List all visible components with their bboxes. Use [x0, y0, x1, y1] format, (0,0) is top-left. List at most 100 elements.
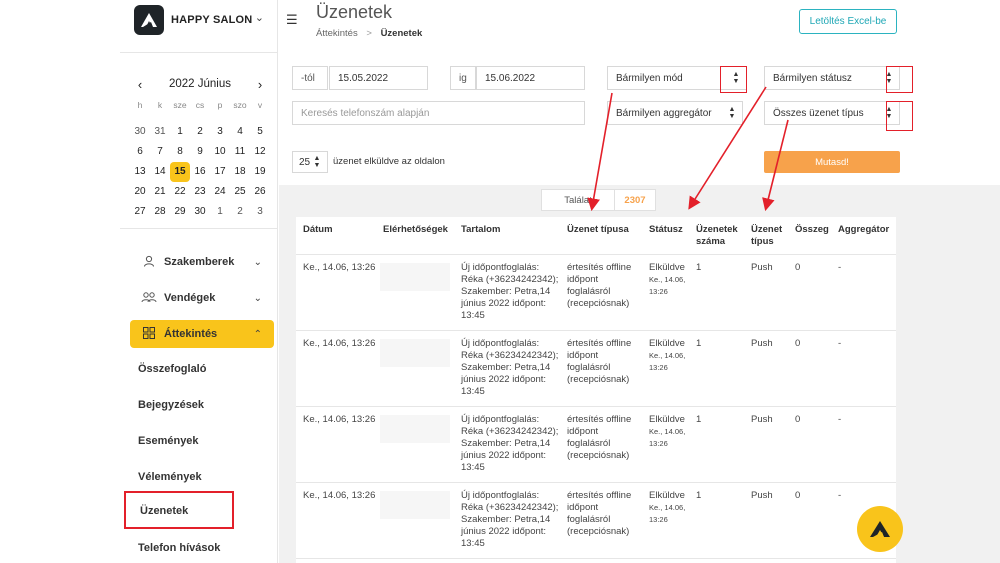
- breadcrumb-parent[interactable]: Áttekintés: [316, 28, 358, 39]
- calendar-day[interactable]: 2: [230, 202, 250, 222]
- sidebar-subitem-events[interactable]: Események: [138, 435, 199, 447]
- per-page-select[interactable]: 25 ▲ ▼: [292, 151, 328, 173]
- calendar-weekday: k: [157, 100, 163, 110]
- table-row[interactable]: Ke., 14.06, 13:26 Új időpontfoglalás: Rék…: [296, 331, 896, 407]
- status-select[interactable]: Bármilyen státusz ▲ ▼: [764, 66, 900, 90]
- table-row[interactable]: Ke., 14.06, 13:26 Új időpontfoglalás: Rék…: [296, 483, 896, 559]
- calendar-day[interactable]: 28: [150, 202, 170, 222]
- calendar-day[interactable]: 17: [210, 162, 230, 182]
- export-excel-button[interactable]: Letöltés Excel-be: [799, 9, 897, 34]
- sidebar: HAPPY SALON ⌄ ‹ 2022 Június › h k sze cs p sz…: [120, 0, 278, 563]
- column-header-message-kind[interactable]: Üzenet típusa: [567, 224, 629, 236]
- cell-aggregator: -: [838, 490, 842, 501]
- column-header-date[interactable]: Dátum: [303, 224, 333, 236]
- calendar-day[interactable]: 13: [130, 162, 150, 182]
- sidebar-subitem-reviews[interactable]: Vélemények: [138, 471, 202, 483]
- sidebar-subitem-summary[interactable]: Összefoglaló: [138, 363, 206, 375]
- date-from-input[interactable]: 15.05.2022: [329, 66, 428, 90]
- sidebar-subitem-entries[interactable]: Bejegyzések: [138, 399, 204, 411]
- cell-aggregator: -: [838, 338, 842, 349]
- calendar-day[interactable]: 6: [130, 142, 150, 162]
- cell-status: Elküldve: [649, 338, 685, 349]
- cell-message-type: Push: [751, 262, 773, 273]
- column-header-aggregator[interactable]: Aggregátor: [838, 224, 889, 236]
- calendar-day[interactable]: 3: [210, 122, 230, 142]
- breadcrumb: Áttekintés > Üzenetek: [316, 28, 422, 39]
- calendar-day[interactable]: 14: [150, 162, 170, 182]
- column-header-message-count[interactable]: Üzenetek száma: [696, 224, 744, 248]
- aggregator-select-value: Bármilyen aggregátor: [616, 107, 712, 119]
- annotation-box: [720, 66, 747, 93]
- cell-date: Ke., 14.06, 13:26: [303, 338, 376, 349]
- users-icon: [140, 291, 158, 306]
- calendar-day[interactable]: 1: [170, 122, 190, 142]
- calendar-day[interactable]: 4: [230, 122, 250, 142]
- calendar-day-selected[interactable]: 15: [170, 162, 190, 182]
- calendar-day[interactable]: 24: [210, 182, 230, 202]
- column-header-content[interactable]: Tartalom: [461, 224, 500, 236]
- calendar-day[interactable]: 30: [130, 122, 150, 142]
- brand-switcher[interactable]: HAPPY SALON ⌄: [134, 4, 274, 36]
- cell-status-time: Ke., 14.06, 13:26: [649, 351, 686, 372]
- cell-date: Ke., 14.06, 13:26: [303, 414, 376, 425]
- calendar-day[interactable]: 8: [170, 142, 190, 162]
- table-row[interactable]: Ke., 14.06, 13:26 Új időpontfoglalás: Rék…: [296, 255, 896, 331]
- calendar-day[interactable]: 20: [130, 182, 150, 202]
- cell-content: Új időpontfoglalás: Réka (+36234242342);…: [461, 490, 559, 549]
- calendar-day[interactable]: 27: [130, 202, 150, 222]
- calendar-day[interactable]: 29: [170, 202, 190, 222]
- calendar-weekday: p: [217, 100, 223, 110]
- cell-aggregator: -: [838, 262, 842, 273]
- chevron-left-icon[interactable]: ‹: [132, 77, 148, 92]
- calendar-day[interactable]: 21: [150, 182, 170, 202]
- calendar-day[interactable]: 12: [250, 142, 270, 162]
- sidebar-item-label: Vendégek: [164, 292, 216, 304]
- date-to-input[interactable]: 15.06.2022: [476, 66, 585, 90]
- grid-icon: [140, 326, 158, 342]
- calendar-day[interactable]: 7: [150, 142, 170, 162]
- cell-message-kind: értesítés offline időpont foglalásról (r…: [567, 262, 632, 309]
- sidebar-subitem-messages[interactable]: Üzenetek: [124, 491, 234, 529]
- table-row[interactable]: Ke., 14.06, 13:26 Új időpontfoglalás: Rék…: [296, 407, 896, 483]
- cell-date: Ke., 14.06, 13:26: [303, 490, 376, 501]
- sidebar-item-guests[interactable]: Vendégek ⌄: [130, 284, 274, 312]
- calendar-day[interactable]: 11: [230, 142, 250, 162]
- column-header-contacts[interactable]: Elérhetőségek: [383, 224, 448, 236]
- calendar-day[interactable]: 26: [250, 182, 270, 202]
- message-type-select[interactable]: Összes üzenet típus ▲ ▼: [764, 101, 900, 125]
- hamburger-menu-icon[interactable]: ☰: [286, 12, 298, 28]
- results-count-value: 2307: [624, 194, 646, 206]
- calendar-day[interactable]: 9: [190, 142, 210, 162]
- cell-date: Ke., 14.06, 13:26: [303, 262, 376, 273]
- sidebar-subitem-phone-calls[interactable]: Telefon hívások: [138, 542, 220, 554]
- calendar-day[interactable]: 22: [170, 182, 190, 202]
- per-page-label: üzenet elküldve az oldalon: [333, 156, 445, 167]
- chevron-right-icon[interactable]: ›: [252, 77, 268, 92]
- phone-search-input[interactable]: Keresés telefonszám alapján: [292, 101, 585, 125]
- calendar-day[interactable]: 19: [250, 162, 270, 182]
- help-fab-button[interactable]: [857, 506, 903, 552]
- calendar-day[interactable]: 30: [190, 202, 210, 222]
- calendar-day[interactable]: 2: [190, 122, 210, 142]
- calendar-day[interactable]: 3: [250, 202, 270, 222]
- sidebar-item-specialists[interactable]: Szakemberek ⌄: [130, 248, 274, 276]
- column-header-status[interactable]: Státusz: [649, 224, 683, 236]
- cell-content: Új időpontfoglalás: Réka (+36234242342);…: [461, 262, 559, 321]
- sidebar-item-overview[interactable]: Áttekintés ⌃: [130, 320, 274, 348]
- calendar-day[interactable]: 18: [230, 162, 250, 182]
- calendar-weekday: cs: [195, 100, 205, 110]
- column-header-message-type[interactable]: Üzenet típus: [751, 224, 791, 248]
- brand-logo-icon: [870, 521, 890, 537]
- column-header-amount[interactable]: Összeg: [795, 224, 829, 236]
- calendar-day[interactable]: 31: [150, 122, 170, 142]
- show-button[interactable]: Mutasd!: [764, 151, 900, 173]
- calendar-day[interactable]: 25: [230, 182, 250, 202]
- calendar-day[interactable]: 16: [190, 162, 210, 182]
- calendar-day[interactable]: 23: [190, 182, 210, 202]
- calendar-day[interactable]: 1: [210, 202, 230, 222]
- calendar-day[interactable]: 10: [210, 142, 230, 162]
- cell-message-count: 1: [696, 414, 702, 425]
- status-select-value: Bármilyen státusz: [773, 72, 852, 84]
- aggregator-select[interactable]: Bármilyen aggregátor ▲ ▼: [607, 101, 743, 125]
- calendar-day[interactable]: 5: [250, 122, 270, 142]
